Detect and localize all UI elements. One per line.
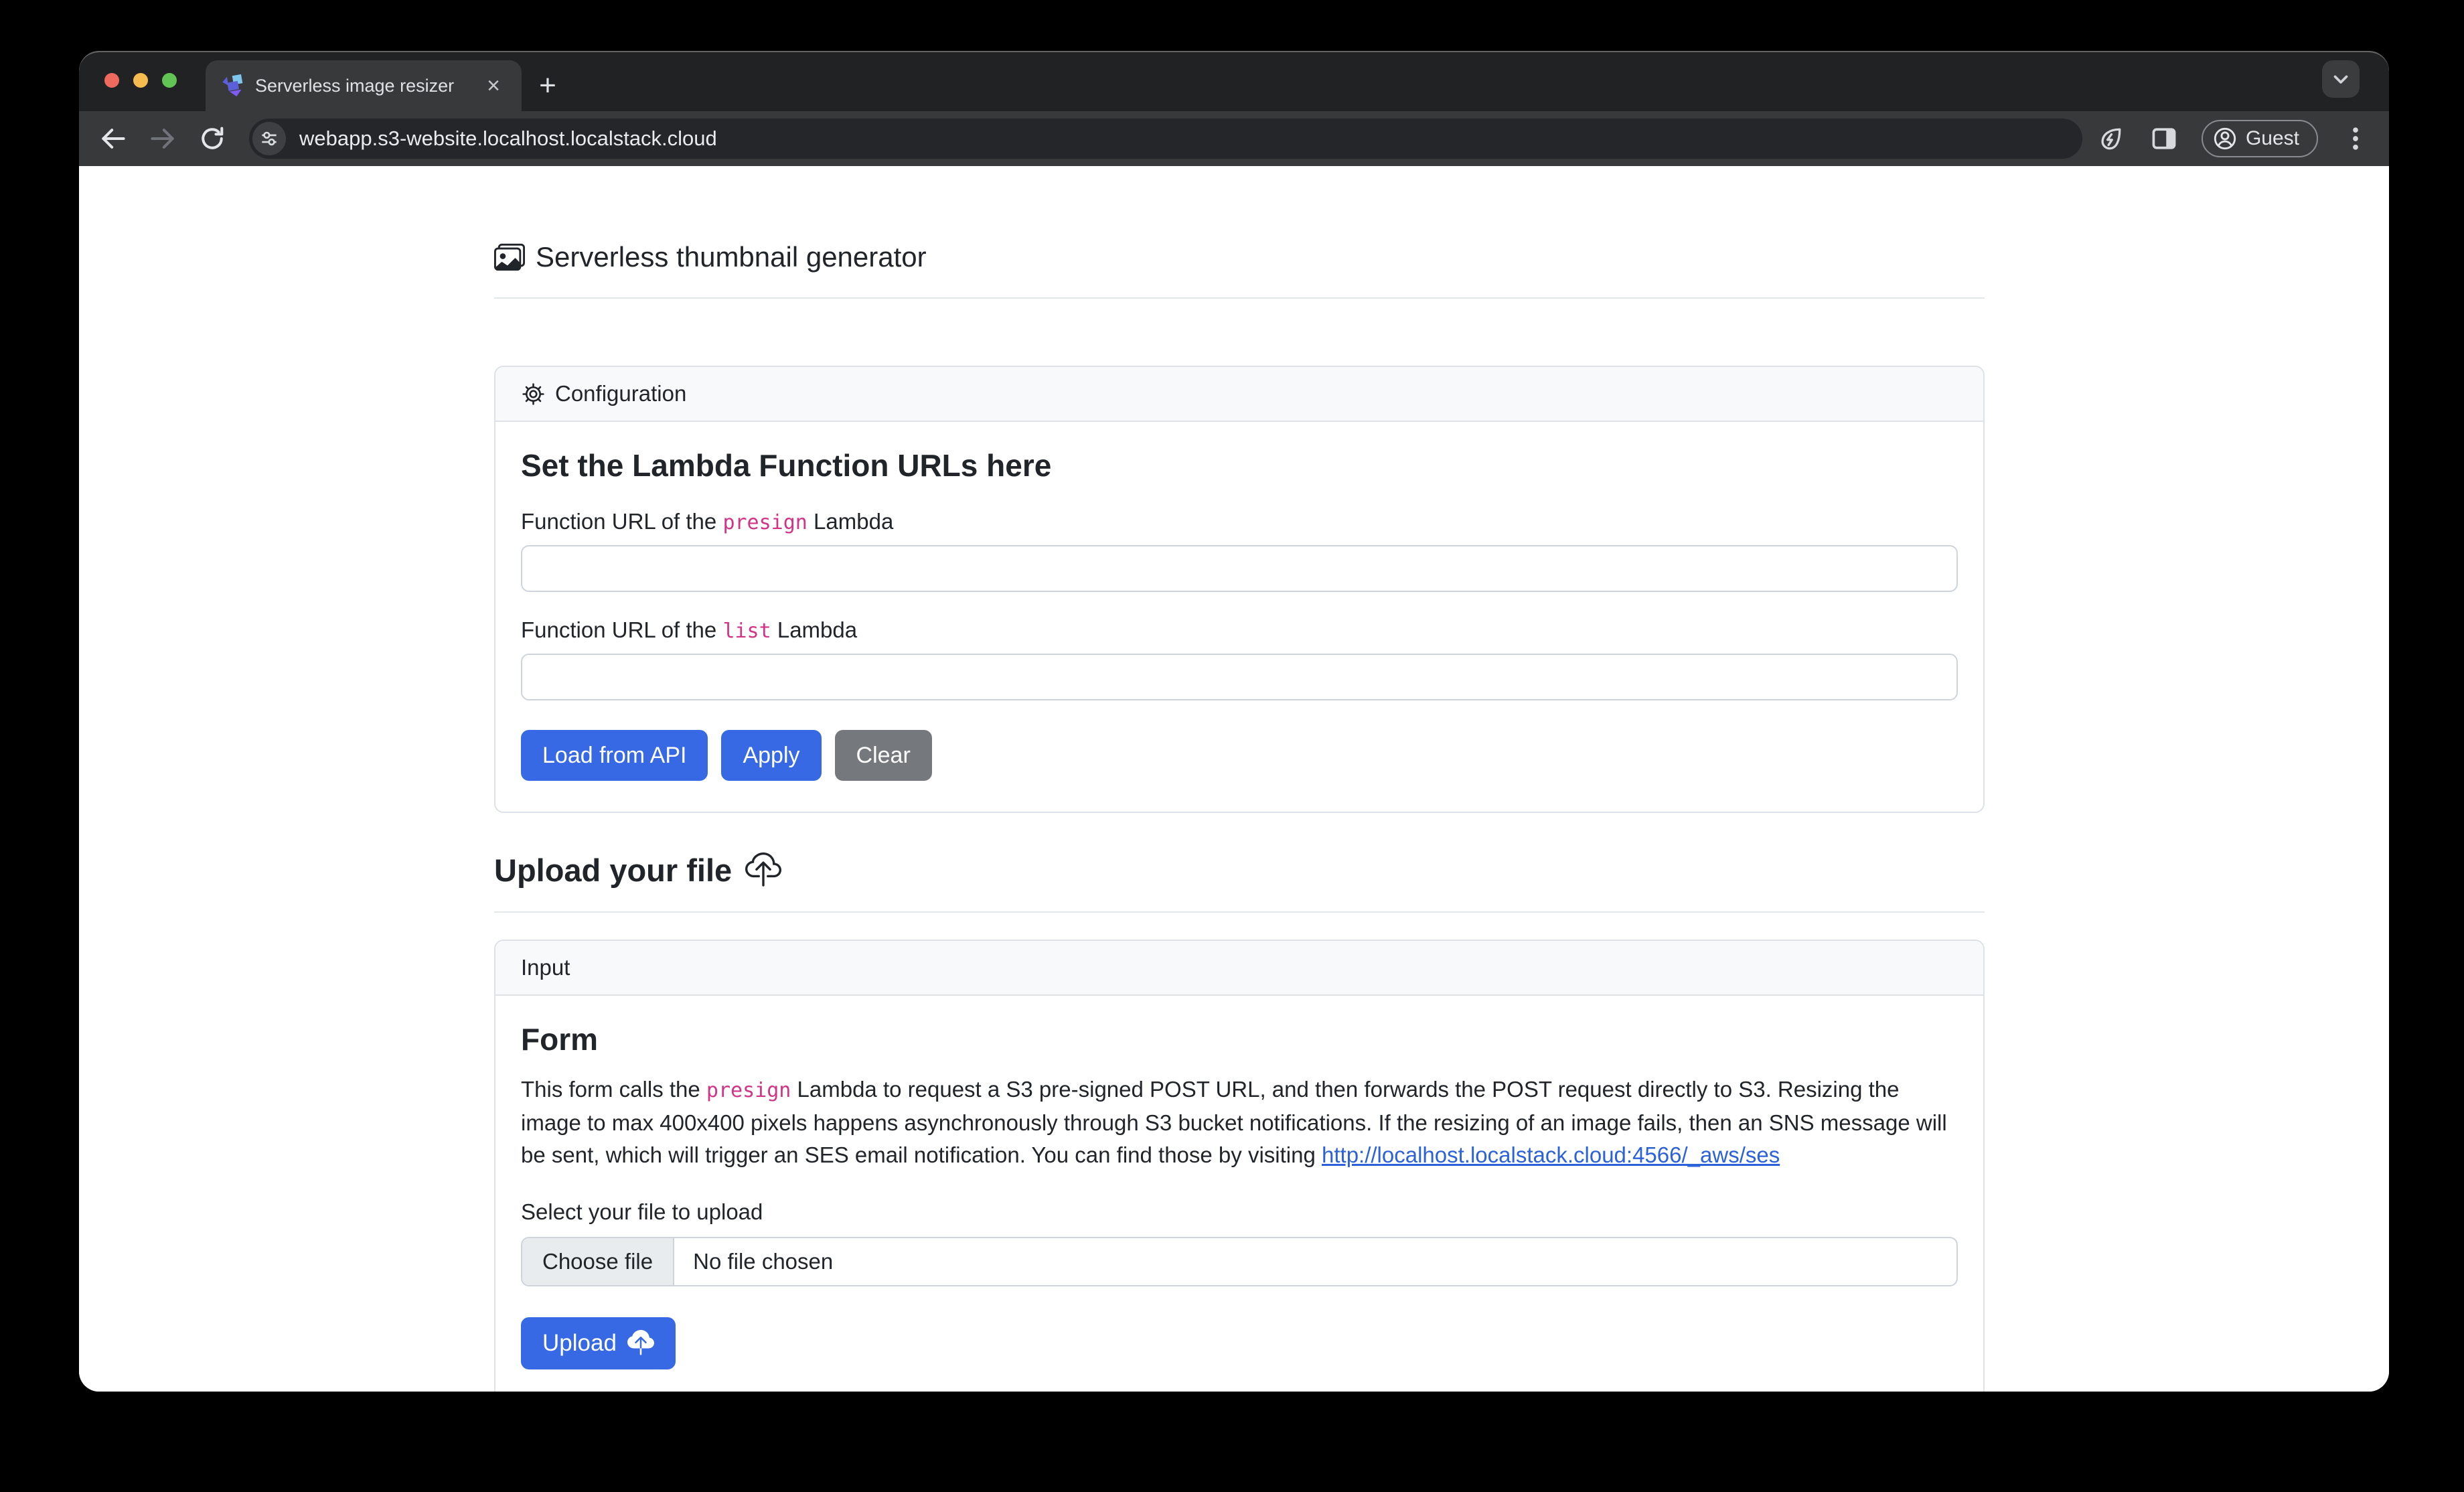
input-card: Input Form This form calls the presign L… bbox=[494, 940, 1985, 1392]
reload-icon bbox=[198, 124, 227, 153]
upload-heading-text: Upload your file bbox=[494, 852, 732, 889]
tab-title: Serverless image resizer bbox=[255, 76, 479, 96]
profile-label: Guest bbox=[2246, 127, 2299, 150]
side-panel-icon bbox=[2149, 124, 2179, 153]
forward-button[interactable] bbox=[146, 122, 179, 155]
page-header: Serverless thumbnail generator bbox=[494, 241, 1985, 273]
minimize-window-button[interactable] bbox=[133, 73, 148, 88]
presign-url-label: Function URL of the presign Lambda bbox=[521, 509, 1958, 534]
window-controls bbox=[104, 73, 177, 88]
lambda-urls-heading: Set the Lambda Function URLs here bbox=[521, 447, 1958, 483]
browser-tab[interactable]: Serverless image resizer × bbox=[206, 60, 522, 111]
presign-url-input[interactable] bbox=[521, 545, 1958, 592]
page-title: Serverless thumbnail generator bbox=[536, 241, 927, 273]
load-from-api-button[interactable]: Load from API bbox=[521, 730, 708, 781]
file-status-text: No file chosen bbox=[674, 1249, 833, 1274]
divider bbox=[494, 911, 1985, 913]
browser-menu-button[interactable] bbox=[2339, 123, 2372, 155]
presign-code-text: presign bbox=[706, 1079, 791, 1102]
file-select-label: Select your file to upload bbox=[521, 1199, 1958, 1225]
browser-window: Serverless image resizer × + bbox=[79, 51, 2389, 1392]
chevron-down-icon bbox=[2329, 68, 2352, 90]
ses-link[interactable]: http://localhost.localstack.cloud:4566/_… bbox=[1322, 1142, 1780, 1167]
upload-button[interactable]: Upload bbox=[521, 1317, 676, 1369]
site-settings-button[interactable] bbox=[252, 122, 286, 155]
back-arrow-icon bbox=[98, 124, 128, 153]
url-text: webapp.s3-website.localhost.localstack.c… bbox=[299, 127, 717, 151]
apply-button[interactable]: Apply bbox=[721, 730, 821, 781]
page-content: Serverless thumbnail generator Configura… bbox=[79, 166, 2389, 1392]
tab-search-button[interactable] bbox=[2322, 60, 2360, 98]
list-url-label: Function URL of the list Lambda bbox=[521, 617, 1958, 643]
form-heading: Form bbox=[521, 1021, 1958, 1057]
configuration-card-title: Configuration bbox=[555, 381, 686, 406]
back-button[interactable] bbox=[96, 122, 130, 155]
forward-arrow-icon bbox=[148, 124, 177, 153]
performance-button[interactable] bbox=[2094, 123, 2127, 155]
cloud-upload-icon bbox=[745, 852, 781, 889]
kebab-menu-icon bbox=[2341, 124, 2370, 153]
file-input[interactable]: Choose file No file chosen bbox=[521, 1237, 1958, 1286]
leaf-energy-icon bbox=[2096, 124, 2125, 153]
browser-toolbar: webapp.s3-website.localhost.localstack.c… bbox=[79, 111, 2389, 166]
images-icon bbox=[494, 242, 525, 273]
close-window-button[interactable] bbox=[104, 73, 119, 88]
profile-button[interactable]: Guest bbox=[2202, 120, 2318, 157]
form-description: This form calls the presign Lambda to re… bbox=[521, 1073, 1958, 1171]
list-url-input[interactable] bbox=[521, 654, 1958, 700]
localstack-favicon-icon bbox=[220, 74, 244, 98]
reload-button[interactable] bbox=[196, 122, 229, 155]
configuration-card: Configuration Set the Lambda Function UR… bbox=[494, 366, 1985, 813]
input-card-header: Input bbox=[495, 941, 1983, 996]
configuration-card-header: Configuration bbox=[495, 367, 1983, 422]
presign-code-text: presign bbox=[722, 511, 807, 534]
configuration-buttons: Load from API Apply Clear bbox=[521, 730, 1958, 781]
tab-strip: Serverless image resizer × + bbox=[79, 52, 2389, 111]
toolbar-right-tools: Guest bbox=[2094, 120, 2372, 157]
gear-icon bbox=[521, 382, 546, 406]
input-card-title: Input bbox=[521, 955, 570, 980]
tune-icon bbox=[258, 128, 280, 149]
cloud-upload-fill-icon bbox=[627, 1330, 654, 1357]
url-bar[interactable]: webapp.s3-website.localhost.localstack.c… bbox=[249, 119, 2082, 159]
choose-file-button[interactable]: Choose file bbox=[522, 1238, 674, 1285]
person-circle-icon bbox=[2212, 126, 2238, 151]
upload-section-heading: Upload your file bbox=[494, 852, 1985, 889]
tab-close-icon[interactable]: × bbox=[479, 71, 508, 100]
side-panel-button[interactable] bbox=[2148, 123, 2180, 155]
new-tab-button[interactable]: + bbox=[529, 67, 566, 104]
clear-button[interactable]: Clear bbox=[835, 730, 932, 781]
list-code-text: list bbox=[722, 619, 771, 643]
maximize-window-button[interactable] bbox=[162, 73, 177, 88]
divider bbox=[494, 297, 1985, 299]
